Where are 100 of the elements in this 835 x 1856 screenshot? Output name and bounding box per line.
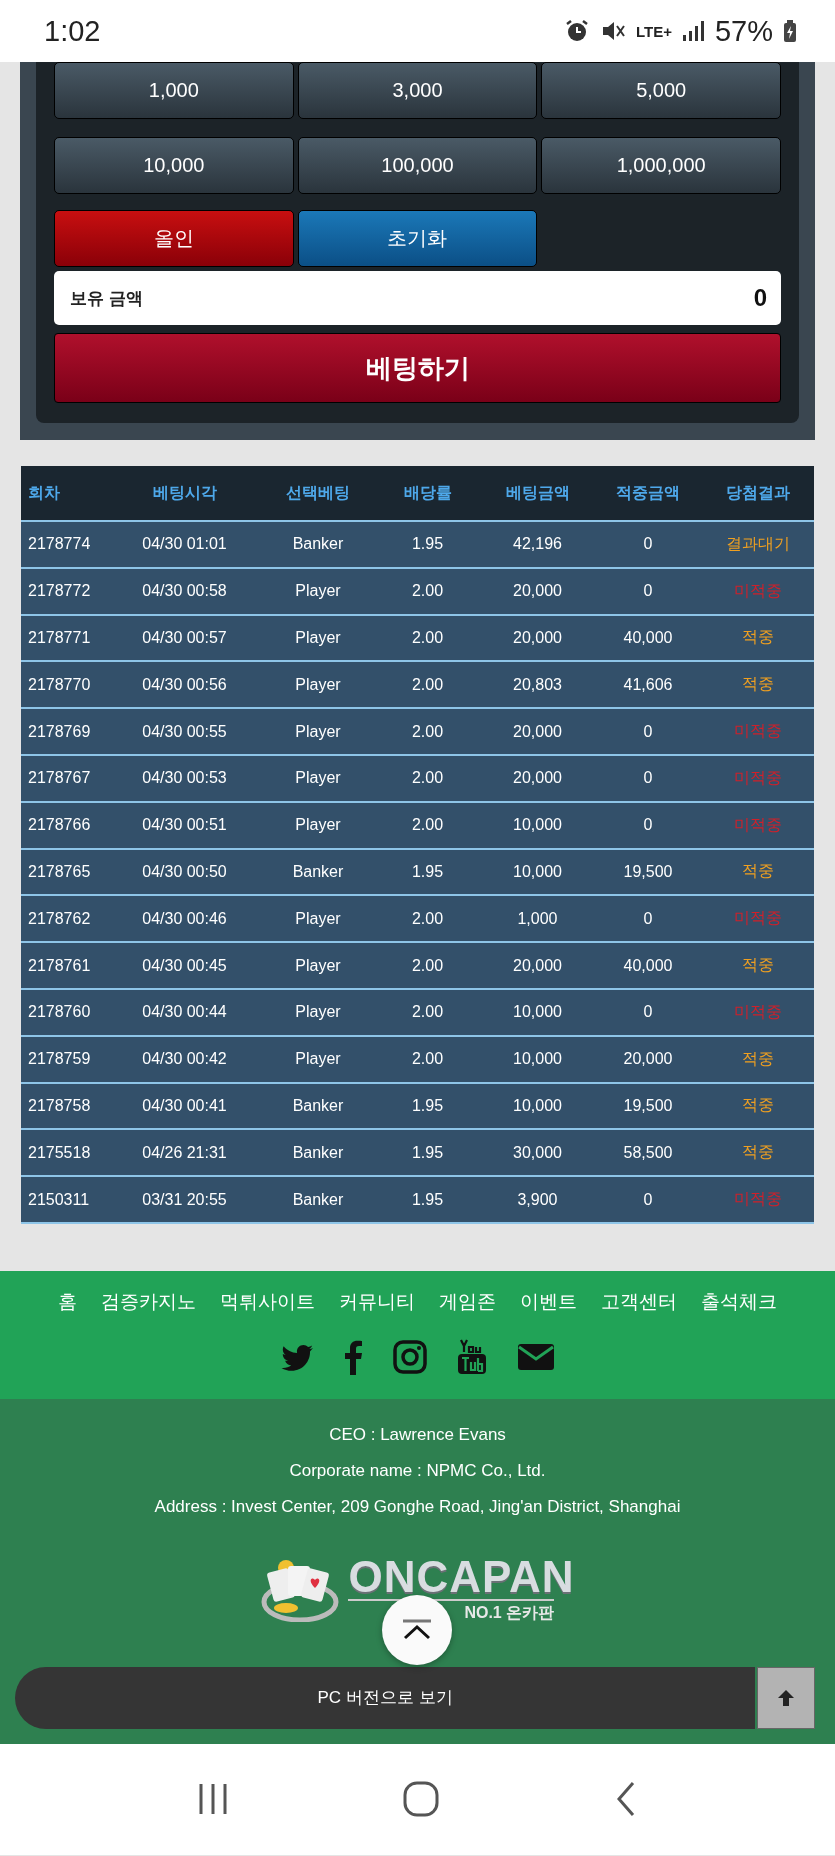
table-cell-text: 2178772: [27, 582, 92, 601]
table-cell-text: 10,000: [512, 1096, 563, 1115]
table-cell-text: 1.95: [410, 1190, 445, 1209]
table-cell-text: 04/30 00:46: [141, 909, 228, 928]
reset-button[interactable]: 초기화: [297, 210, 538, 267]
result-cell-text: 적중: [741, 674, 775, 695]
table-cell-text: Player: [294, 956, 342, 975]
company-info: CEO : Lawrence Evans: [329, 1424, 506, 1445]
table-cell-text: 04/30 01:01: [141, 535, 228, 554]
table-cell-text: Player: [294, 1050, 342, 1069]
result-cell-text: 미적중: [733, 767, 783, 788]
table-cell-text: 42,196: [512, 535, 563, 554]
recent-apps-icon[interactable]: [197, 1782, 228, 1817]
table-cell-text: 20,000: [622, 1050, 674, 1069]
table-cell-text: Banker: [291, 1143, 345, 1162]
table-cell-text: Player: [294, 722, 342, 741]
table-cell-text: 2178759: [27, 1050, 92, 1069]
table-cell-text: Player: [294, 582, 342, 601]
balance-label: 보유 금액: [70, 287, 143, 310]
table-cell-text: Banker: [291, 1096, 345, 1115]
table-cell-text: 2175518: [27, 1143, 92, 1162]
column-header: 배당률: [402, 482, 453, 503]
balance-value: 0: [753, 284, 767, 312]
table-cell-text: 04/30 00:42: [141, 1050, 228, 1069]
table-cell-text: 19,500: [622, 1096, 674, 1115]
signal-icon: [681, 20, 705, 42]
table-cell-text: 20,000: [512, 582, 563, 601]
scroll-top-button[interactable]: [382, 1594, 452, 1665]
table-cell-text: Player: [294, 816, 342, 835]
table-cell-text: 2178767: [27, 769, 92, 788]
column-header: 당첨결과: [725, 482, 791, 503]
pc-version-bar[interactable]: PC 버전으로 보기: [15, 1666, 755, 1729]
table-cell-text: 2150311: [27, 1190, 91, 1209]
result-cell-text: 결과대기: [725, 533, 791, 554]
result-cell-text: 적중: [741, 1095, 775, 1116]
table-cell-text: 04/30 00:58: [141, 582, 228, 601]
table-cell-text: 41,606: [622, 675, 674, 694]
table-cell-text: 1.95: [410, 1096, 445, 1115]
instagram-icon[interactable]: [393, 1339, 427, 1374]
table-cell-text: 2.00: [410, 769, 445, 788]
amount-button[interactable]: 100,000: [297, 137, 538, 194]
table-cell-text: 2178762: [27, 909, 92, 928]
table-cell-text: 19,500: [622, 862, 674, 881]
table-cell-text: 1.95: [410, 535, 445, 554]
table-cell-text: 20,000: [512, 769, 563, 788]
table-cell-text: 2.00: [410, 956, 445, 975]
table-cell-text: 30,000: [512, 1143, 563, 1162]
amount-button[interactable]: 5,000: [541, 62, 781, 119]
table-cell-text: Player: [294, 1003, 342, 1022]
table-cell-text: 3,900: [516, 1190, 559, 1209]
amount-button[interactable]: 10,000: [54, 137, 294, 194]
all-in-button[interactable]: 올인: [54, 210, 294, 267]
amount-button[interactable]: 3,000: [297, 62, 538, 119]
result-cell-text: 적중: [741, 627, 775, 648]
table-cell-text: 2.00: [410, 675, 445, 694]
table-cell-text: 10,000: [512, 816, 563, 835]
table-cell-text: Banker: [291, 862, 345, 881]
clock-time: 1:02: [44, 14, 101, 48]
table-cell-text: 2178770: [27, 675, 92, 694]
result-cell-text: 적중: [741, 1142, 775, 1163]
amount-button[interactable]: 1,000: [54, 62, 294, 119]
table-cell-text: 2.00: [410, 909, 445, 928]
table-cell-text: 04/30 00:50: [141, 862, 228, 881]
scroll-up-button[interactable]: [757, 1666, 815, 1729]
column-header: 선택베팅: [285, 482, 351, 503]
result-cell-text: 미적중: [733, 721, 783, 742]
table-cell-text: 04/30 00:53: [141, 769, 228, 788]
table-cell-text: 2.00: [410, 1050, 445, 1069]
table-cell-text: 03/31 20:55: [141, 1190, 228, 1209]
network-label: LTE+: [635, 23, 672, 39]
table-cell-text: 04/30 00:55: [141, 722, 228, 741]
table-cell-text: 2.00: [410, 582, 445, 601]
result-cell-text: 미적중: [733, 1001, 783, 1022]
result-cell-text: 미적중: [733, 1189, 783, 1210]
amount-button[interactable]: 1,000,000: [541, 137, 781, 194]
bet-button[interactable]: 베팅하기: [54, 333, 781, 403]
table-cell-text: 04/30 00:57: [141, 629, 228, 647]
table-cell-text: 1.95: [410, 1143, 445, 1162]
table-cell-text: 04/30 00:51: [141, 816, 228, 835]
table-cell-text: 2178760: [27, 1003, 92, 1022]
table-cell-text: 0: [642, 722, 654, 741]
table-cell-text: 2178766: [27, 816, 92, 835]
facebook-icon[interactable]: [344, 1338, 363, 1375]
table-cell-text: 1,000: [516, 909, 559, 928]
table-cell-text: 0: [642, 535, 654, 554]
table-cell-text: 40,000: [622, 956, 674, 975]
result-cell-text: 적중: [741, 1048, 775, 1069]
youtube-icon[interactable]: [457, 1338, 487, 1376]
table-cell-text: Player: [294, 769, 342, 788]
table-cell-text: 40,000: [622, 629, 674, 647]
table-cell-text: 2.00: [410, 722, 445, 741]
column-header: 적중금액: [615, 482, 681, 503]
table-cell-text: 0: [642, 582, 654, 601]
table-cell-text: 10,000: [512, 1003, 563, 1022]
result-cell-text: 미적중: [733, 580, 783, 601]
table-cell-text: Banker: [291, 535, 345, 554]
table-cell-text: 2.00: [410, 1003, 445, 1022]
table-cell-text: 04/30 00:41: [141, 1096, 228, 1115]
table-cell-text: 04/30 00:56: [141, 675, 228, 694]
home-icon[interactable]: [403, 1781, 440, 1818]
